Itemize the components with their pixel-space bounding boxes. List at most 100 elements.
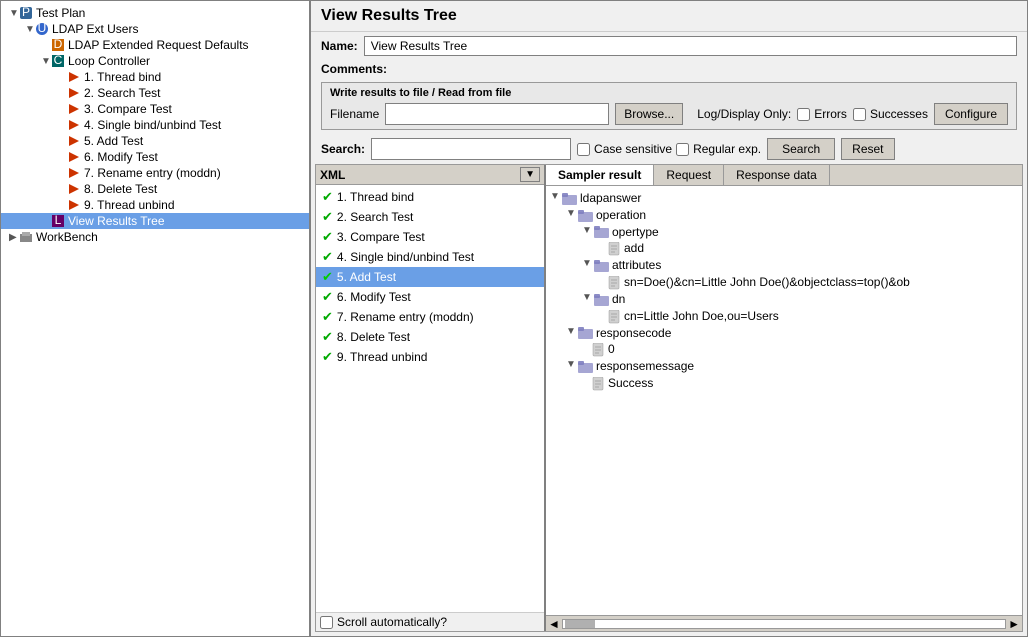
- icon-workbench: [19, 230, 33, 244]
- result-node-label-0: ldapanswer: [580, 191, 641, 205]
- result-node-7[interactable]: cn=Little John Doe,ou=Users: [550, 308, 1018, 325]
- result-node-0[interactable]: ▼ ldapanswer: [550, 190, 1018, 207]
- result-node-5[interactable]: sn=Doe()&cn=Little John Doe()&objectclas…: [550, 274, 1018, 291]
- errors-label: Errors: [814, 107, 847, 121]
- left-tree-item-delete-test[interactable]: 8. Delete Test: [1, 181, 309, 197]
- result-node-9[interactable]: 0: [550, 341, 1018, 358]
- file-row: Filename Browse... Log/Display Only: Err…: [330, 103, 1008, 125]
- node-expander-4[interactable]: ▼: [582, 258, 592, 269]
- xml-dropdown-button[interactable]: ▼: [520, 167, 540, 182]
- result-node-label-4: attributes: [612, 258, 661, 272]
- expander-test-plan[interactable]: ▼: [9, 8, 19, 19]
- result-node-3[interactable]: add: [550, 240, 1018, 257]
- xml-list: ✔1. Thread bind✔2. Search Test✔3. Compar…: [316, 185, 544, 612]
- xml-item-7[interactable]: ✔8. Delete Test: [316, 327, 544, 347]
- result-tab-0[interactable]: Sampler result: [546, 165, 654, 185]
- search-label: Search:: [321, 142, 365, 156]
- check-icon-6: ✔: [322, 309, 333, 325]
- left-tree-item-thread-unbind[interactable]: 9. Thread unbind: [1, 197, 309, 213]
- result-scrollbar[interactable]: ◄ ►: [546, 615, 1022, 631]
- expander-workbench[interactable]: ▶: [9, 232, 19, 243]
- right-panel: View Results Tree Name: Comments: Write …: [311, 1, 1027, 636]
- result-node-2[interactable]: ▼ opertype: [550, 224, 1018, 241]
- result-node-11[interactable]: Success: [550, 375, 1018, 392]
- result-tab-2[interactable]: Response data: [724, 165, 830, 185]
- browse-button[interactable]: Browse...: [615, 103, 683, 125]
- left-tree-item-test-plan[interactable]: ▼ P Test Plan: [1, 5, 309, 21]
- filename-label: Filename: [330, 107, 379, 121]
- left-tree-item-rename-entry[interactable]: 7. Rename entry (moddn): [1, 165, 309, 181]
- xml-item-label-4: 5. Add Test: [337, 270, 396, 284]
- xml-item-1[interactable]: ✔2. Search Test: [316, 207, 544, 227]
- node-expander-2[interactable]: ▼: [582, 225, 592, 236]
- icon-sampler: [67, 86, 81, 100]
- left-tree-item-workbench[interactable]: ▶ WorkBench: [1, 229, 309, 245]
- xml-item-0[interactable]: ✔1. Thread bind: [316, 187, 544, 207]
- xml-item-4[interactable]: ✔5. Add Test: [316, 267, 544, 287]
- result-node-8[interactable]: ▼ responsecode: [550, 325, 1018, 342]
- result-node-4[interactable]: ▼ attributes: [550, 257, 1018, 274]
- errors-checkbox-group: Errors: [797, 107, 847, 121]
- node-expander-1[interactable]: ▼: [566, 208, 576, 219]
- search-button[interactable]: Search: [767, 138, 835, 160]
- xml-item-8[interactable]: ✔9. Thread unbind: [316, 347, 544, 367]
- left-tree-item-ldap-defaults[interactable]: D LDAP Extended Request Defaults: [1, 37, 309, 53]
- left-tree-item-add-test[interactable]: 5. Add Test: [1, 133, 309, 149]
- node-expander-10[interactable]: ▼: [566, 359, 576, 370]
- tree-label-modify-test: 6. Modify Test: [84, 150, 158, 164]
- left-tree: ▼ P Test Plan▼ U LDAP Ext Users D LDAP E…: [1, 5, 309, 245]
- result-node-1[interactable]: ▼ operation: [550, 207, 1018, 224]
- left-tree-item-loop-controller[interactable]: ▼ C Loop Controller: [1, 53, 309, 69]
- case-sensitive-checkbox[interactable]: [577, 143, 590, 156]
- scroll-track[interactable]: [562, 619, 1006, 629]
- xml-scroll-bar: Scroll automatically?: [316, 612, 544, 631]
- icon-sampler: [67, 166, 81, 180]
- xml-item-6[interactable]: ✔7. Rename entry (moddn): [316, 307, 544, 327]
- left-tree-item-compare-test[interactable]: 3. Compare Test: [1, 101, 309, 117]
- icon-sampler: [67, 134, 81, 148]
- file-icon-3: [608, 241, 624, 256]
- node-expander-0[interactable]: ▼: [550, 191, 560, 202]
- search-input[interactable]: [371, 138, 571, 160]
- successes-label: Successes: [870, 107, 928, 121]
- expander-ldap-ext-users[interactable]: ▼: [25, 24, 35, 35]
- xml-item-2[interactable]: ✔3. Compare Test: [316, 227, 544, 247]
- left-tree-item-modify-test[interactable]: 6. Modify Test: [1, 149, 309, 165]
- configure-button[interactable]: Configure: [934, 103, 1008, 125]
- name-input[interactable]: [364, 36, 1017, 56]
- result-tab-1[interactable]: Request: [654, 165, 724, 185]
- log-display-label: Log/Display Only:: [697, 107, 791, 121]
- case-sensitive-label: Case sensitive: [594, 142, 672, 156]
- xml-item-5[interactable]: ✔6. Modify Test: [316, 287, 544, 307]
- left-tree-item-ldap-ext-users[interactable]: ▼ U LDAP Ext Users: [1, 21, 309, 37]
- scroll-left-arrow[interactable]: ◄: [548, 617, 560, 631]
- tree-label-single-bind: 4. Single bind/unbind Test: [84, 118, 221, 132]
- icon-plan: P: [19, 6, 33, 20]
- tree-label-search-test: 2. Search Test: [84, 86, 161, 100]
- xml-item-3[interactable]: ✔4. Single bind/unbind Test: [316, 247, 544, 267]
- result-node-10[interactable]: ▼ responsemessage: [550, 358, 1018, 375]
- scroll-auto-checkbox[interactable]: [320, 616, 333, 629]
- node-expander-8[interactable]: ▼: [566, 326, 576, 337]
- expander-loop-controller[interactable]: ▼: [41, 56, 51, 67]
- folder-icon-10: [578, 359, 596, 374]
- left-tree-item-single-bind[interactable]: 4. Single bind/unbind Test: [1, 117, 309, 133]
- errors-checkbox[interactable]: [797, 108, 810, 121]
- regular-exp-checkbox[interactable]: [676, 143, 689, 156]
- result-node-label-8: responsecode: [596, 326, 671, 340]
- node-expander-6[interactable]: ▼: [582, 292, 592, 303]
- left-tree-item-view-results-tree[interactable]: L View Results Tree: [1, 213, 309, 229]
- comments-row: Comments:: [311, 60, 1027, 78]
- successes-checkbox[interactable]: [853, 108, 866, 121]
- left-tree-item-thread-bind[interactable]: 1. Thread bind: [1, 69, 309, 85]
- icon-sampler: [67, 198, 81, 212]
- reset-button[interactable]: Reset: [841, 138, 894, 160]
- tree-label-delete-test: 8. Delete Test: [84, 182, 157, 196]
- left-panel: ▼ P Test Plan▼ U LDAP Ext Users D LDAP E…: [1, 1, 311, 636]
- left-tree-item-search-test[interactable]: 2. Search Test: [1, 85, 309, 101]
- filename-input[interactable]: [385, 103, 609, 125]
- scroll-thumb[interactable]: [565, 620, 595, 628]
- result-node-6[interactable]: ▼ dn: [550, 291, 1018, 308]
- folder-icon-2: [594, 225, 612, 240]
- scroll-right-arrow[interactable]: ►: [1008, 617, 1020, 631]
